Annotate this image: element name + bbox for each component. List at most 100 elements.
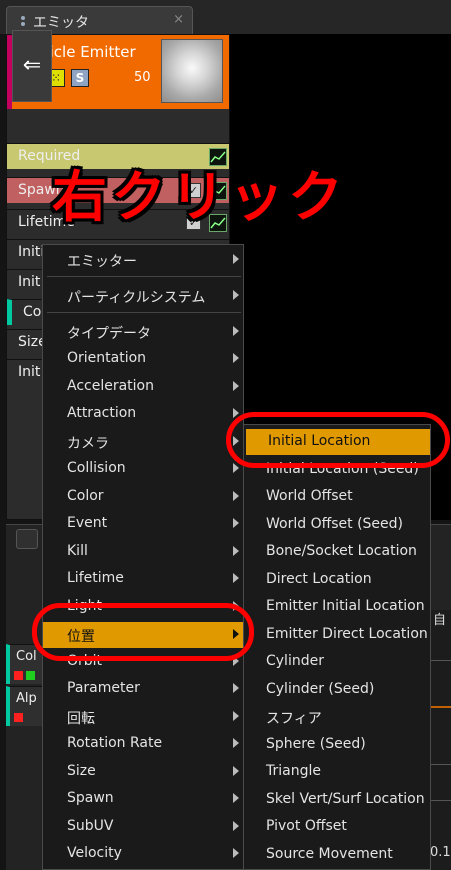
cascade-editor: エミッタ × Particle Emitter ✓ ⁙ S 50 Require… [0,0,451,870]
submenu-arrow-icon [233,381,239,391]
submenu-item[interactable]: Emitter Initial Location [244,594,430,620]
submenu-arrow-icon [233,821,239,831]
track-label: Alp [16,691,37,706]
emitter-thumbnail [161,39,223,103]
right-click-annotation: 右クリック [52,165,348,229]
emitter-icon [21,16,25,26]
particle-count: 50 [134,70,151,85]
module-label: Init [18,364,41,380]
menu-separator [47,276,241,277]
menu-item-label: Size [67,763,96,779]
curve-graph[interactable] [430,610,451,870]
track-label: Col [16,649,37,664]
menu-item-label: タイプデータ [67,326,151,342]
submenu-arrow-icon [233,848,239,858]
submenu-item-label: Skel Vert/Surf Location [266,790,425,807]
menu-item[interactable]: SubUV [43,814,243,840]
submenu-item[interactable]: World Offset [244,484,430,510]
menu-item[interactable]: Rotation Rate [43,731,243,757]
submenu-arrow-icon [233,463,239,473]
menu-item[interactable]: Velocity [43,841,243,867]
submenu-arrow-icon [233,546,239,556]
menu-item[interactable]: Orientation [43,346,243,372]
submenu-item[interactable]: Skel Vert/Surf Location [244,787,430,813]
tab-label: エミッタ [33,15,89,31]
submenu-item[interactable]: Cylinder (Seed) [244,677,430,703]
menu-item[interactable]: Kill [43,539,243,565]
menu-item-label: Collision [67,460,126,476]
menu-item-label: Rotation Rate [67,735,163,751]
red-channel-icon[interactable] [14,713,23,722]
submenu-arrow-icon [233,683,239,693]
menu-item-label: 回転 [67,711,95,727]
red-channel-icon[interactable] [14,671,23,680]
submenu-arrow-icon [233,573,239,583]
submenu-arrow-icon [233,711,239,721]
solo-button[interactable]: S [71,69,89,87]
submenu-arrow-icon [233,353,239,363]
submenu-item-label: Emitter Direct Location [266,625,428,642]
tab-bar: エミッタ × [0,0,451,34]
submenu-item-label: Pivot Offset [266,818,347,834]
menu-item-label: Attraction [67,405,137,421]
submenu-item[interactable]: Bone/Socket Location [244,539,430,565]
submenu-arrow-icon [233,766,239,776]
submenu-item[interactable]: スフィア [244,704,430,730]
submenu-item-label: Bone/Socket Location [266,543,417,559]
submenu-item-label: World Offset [266,488,353,504]
submenu-arrow-icon [233,326,239,336]
menu-item[interactable]: Attraction [43,401,243,427]
menu-item[interactable]: Size [43,759,243,785]
menu-item[interactable]: エミッター [43,247,243,273]
menu-item-label: Lifetime [67,570,124,586]
curve-editor-tab[interactable] [16,529,38,549]
menu-item-label: パーティクルシステム [67,290,206,306]
menu-item[interactable]: Lifetime [43,566,243,592]
menu-item-label: Parameter [67,680,140,696]
submenu-item-label: スフィア [266,711,322,727]
curve-track-row[interactable]: Alp [6,686,46,726]
module-label: Init [18,274,41,290]
submenu-item[interactable]: Direct Location [244,567,430,593]
curve-line [430,706,451,708]
grid-line [430,800,451,801]
submenu-arrow-icon [233,738,239,748]
submenu-item[interactable]: Pivot Offset [244,814,430,840]
submenu-item-label: Triangle [266,763,321,779]
menu-item-label: Kill [67,543,88,559]
highlight-ellipse-initial-location [226,412,450,468]
submenu-item[interactable]: Source Movement [244,842,430,868]
context-menu: エミッターパーティクルシステム タイプデータ Orientation Accelera… [42,244,244,870]
submenu-item-label: Cylinder [266,653,324,669]
menu-item[interactable]: Spawn [43,786,243,812]
menu-item-label: Acceleration [67,378,154,394]
menu-item-label: カメラ [67,436,109,452]
menu-item[interactable]: Parameter [43,676,243,702]
auto-label: 自 [433,613,447,628]
menu-item[interactable]: パーティクルシステム [43,283,243,309]
menu-item-label: Orientation [67,350,147,366]
green-channel-icon[interactable] [26,671,35,680]
submenu-arrow-icon [233,491,239,501]
grid-line [430,764,451,765]
menu-item[interactable]: Color [43,484,243,510]
highlight-ellipse-location [32,603,254,661]
menu-item[interactable]: カメラ [43,429,243,455]
submenu-item[interactable]: Cylinder [244,649,430,675]
arrow-left-icon[interactable]: ⇐ [12,30,52,102]
close-icon[interactable]: × [173,12,184,27]
submenu-item[interactable]: Sphere (Seed) [244,732,430,758]
menu-item[interactable]: 回転 [43,704,243,730]
menu-item[interactable]: Collision [43,456,243,482]
submenu-item-label: Source Movement [266,845,393,862]
axis-value: 0.1 [430,845,451,860]
menu-item[interactable]: Acceleration [43,374,243,400]
submenu-item[interactable]: Emitter Direct Location [244,622,430,648]
menu-item[interactable]: Event [43,511,243,537]
menu-item-label: SubUV [67,818,114,834]
submenu-item[interactable]: World Offset (Seed) [244,512,430,538]
submenu-arrow-icon [233,254,239,264]
submenu-item[interactable]: Triangle [244,759,430,785]
submenu-item-label: Cylinder (Seed) [266,680,375,697]
menu-item[interactable]: タイプデータ [43,319,243,345]
